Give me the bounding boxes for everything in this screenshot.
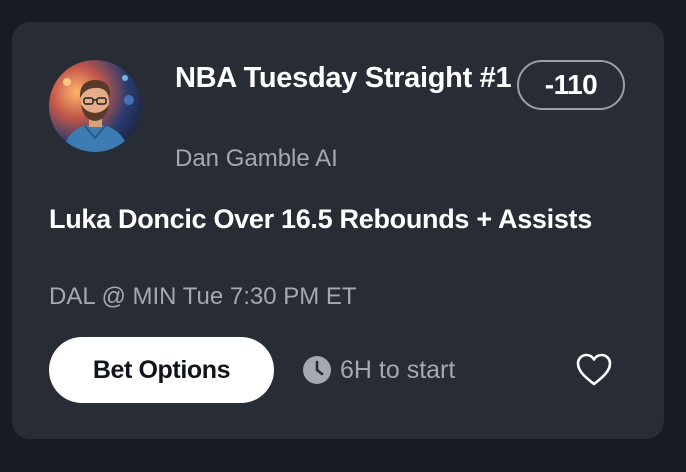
bet-card[interactable]: NBA Tuesday Straight #1 Dan Gamble AI -1… [12,22,664,439]
start-time: 6H to start [303,355,455,385]
pick-description: Luka Doncic Over 16.5 Rebounds + Assists [49,204,592,234]
author-name: Dan Gamble AI [175,145,338,172]
bet-options-button[interactable]: Bet Options [49,337,274,403]
start-time-label: 6H to start [340,356,456,384]
bet-title: NBA Tuesday Straight #1 [175,62,512,94]
avatar [49,60,141,152]
clock-icon [303,356,331,384]
heart-icon[interactable] [575,352,613,388]
game-info: DAL @ MIN Tue 7:30 PM ET [49,283,357,310]
odds-badge: -110 [517,60,625,110]
avatar-image [49,60,141,152]
